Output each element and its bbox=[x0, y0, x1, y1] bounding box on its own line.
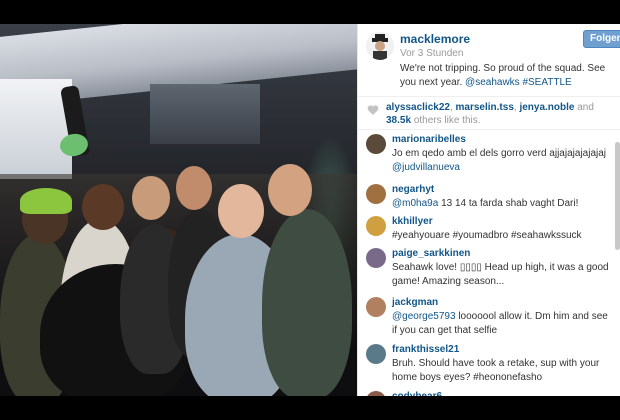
caption-hashtag-link[interactable]: #SEATTLE bbox=[522, 77, 571, 88]
comment-body: Bruh. Should have took a retake, sup wit… bbox=[392, 358, 600, 383]
comment-mention-link[interactable]: @m0ha9a bbox=[392, 198, 438, 209]
comment-mention-link[interactable]: @judvillanueva bbox=[392, 162, 460, 173]
comment-item: codybear6 bbox=[358, 391, 614, 396]
likes-suffix: others like this. bbox=[413, 115, 481, 126]
owner-username[interactable]: macklemore bbox=[400, 32, 470, 46]
photo-head bbox=[132, 176, 170, 220]
comment-item: frankthissel21 Bruh. Should have took a … bbox=[358, 344, 614, 390]
liker-link[interactable]: alyssaclick22 bbox=[386, 102, 450, 113]
comment-mention-link[interactable]: @george5793 bbox=[392, 311, 456, 322]
comment-text: Jo em qedo amb el dels gorro verd ajjaja… bbox=[392, 147, 614, 175]
commenter-avatar[interactable] bbox=[366, 134, 386, 154]
commenter-avatar[interactable] bbox=[366, 344, 386, 364]
comment-item: jackgman @george5793 looooool allow it. … bbox=[358, 297, 614, 343]
commenter-username[interactable]: jackgman bbox=[392, 297, 438, 308]
photo-head bbox=[218, 184, 264, 238]
heart-icon[interactable] bbox=[367, 104, 379, 116]
photo-head bbox=[268, 164, 312, 216]
comment-list[interactable]: marionaribelles Jo em qedo amb el dels g… bbox=[358, 134, 620, 396]
likes-count[interactable]: 38.5k bbox=[386, 115, 411, 126]
commenter-username[interactable]: codybear6 bbox=[392, 391, 442, 396]
comment-body: #yeahyouare #youmadbro #seahawkssuck bbox=[392, 230, 582, 241]
comment-scrollbar[interactable] bbox=[615, 142, 620, 250]
commenter-avatar[interactable] bbox=[366, 216, 386, 236]
comment-text: @george5793 looooool allow it. Dm him an… bbox=[392, 310, 614, 338]
comment-text: Seahawk love! ▯▯▯▯ Head up high, it was … bbox=[392, 261, 614, 289]
commenter-username[interactable]: frankthissel21 bbox=[392, 344, 459, 355]
comment-item: kkhillyer #yeahyouare #youmadbro #seahaw… bbox=[358, 216, 614, 244]
photo-person bbox=[262, 209, 352, 396]
likes-bar: alyssaclick22, marselin.tss, jenya.noble… bbox=[358, 96, 620, 130]
comment-text: #yeahyouare #youmadbro #seahawkssuck bbox=[392, 229, 614, 243]
post-sidebar: macklemore Vor 3 Stunden Folgen We're no… bbox=[357, 24, 620, 396]
follow-button[interactable]: Folgen bbox=[583, 30, 620, 48]
liker-link[interactable]: jenya.noble bbox=[519, 102, 574, 113]
commenter-username[interactable]: marionaribelles bbox=[392, 134, 466, 145]
comment-item: marionaribelles Jo em qedo amb el dels g… bbox=[358, 134, 614, 180]
commenter-username[interactable]: negarhyt bbox=[392, 184, 434, 195]
owner-avatar[interactable] bbox=[366, 32, 394, 60]
commenter-username[interactable]: kkhillyer bbox=[392, 216, 433, 227]
comment-item: paige_sarkkinen Seahawk love! ▯▯▯▯ Head … bbox=[358, 248, 614, 294]
comment-item: negarhyt @m0ha9a 13 14 ta farda shab vag… bbox=[358, 184, 614, 212]
caption-mention-link[interactable]: @seahawks bbox=[465, 77, 520, 88]
comment-body: Jo em qedo amb el dels gorro verd ajjaja… bbox=[392, 148, 607, 159]
commenter-username[interactable]: paige_sarkkinen bbox=[392, 248, 470, 259]
comment-body: 13 14 ta farda shab vaght Dari! bbox=[441, 198, 579, 209]
photo-head bbox=[176, 166, 212, 210]
post-caption: We're not tripping. So proud of the squa… bbox=[400, 62, 615, 90]
comment-text: Bruh. Should have took a retake, sup wit… bbox=[392, 357, 614, 385]
photo-hat bbox=[20, 188, 72, 214]
commenter-avatar[interactable] bbox=[366, 248, 386, 268]
post-modal: macklemore Vor 3 Stunden Folgen We're no… bbox=[0, 24, 620, 396]
owner-avatar-image bbox=[366, 32, 394, 60]
liker-link[interactable]: marselin.tss bbox=[456, 102, 514, 113]
post-photo[interactable] bbox=[0, 24, 357, 396]
photo-head bbox=[82, 184, 124, 230]
likes-and: and bbox=[577, 102, 594, 113]
post-timestamp: Vor 3 Stunden bbox=[400, 48, 464, 59]
photo-dark-window bbox=[150, 84, 260, 144]
commenter-avatar[interactable] bbox=[366, 184, 386, 204]
commenter-avatar[interactable] bbox=[366, 297, 386, 317]
comment-body: Seahawk love! ▯▯▯▯ Head up high, it was … bbox=[392, 262, 609, 287]
comment-text: @m0ha9a 13 14 ta farda shab vaght Dari! bbox=[392, 197, 614, 211]
commenter-avatar[interactable] bbox=[366, 391, 386, 396]
